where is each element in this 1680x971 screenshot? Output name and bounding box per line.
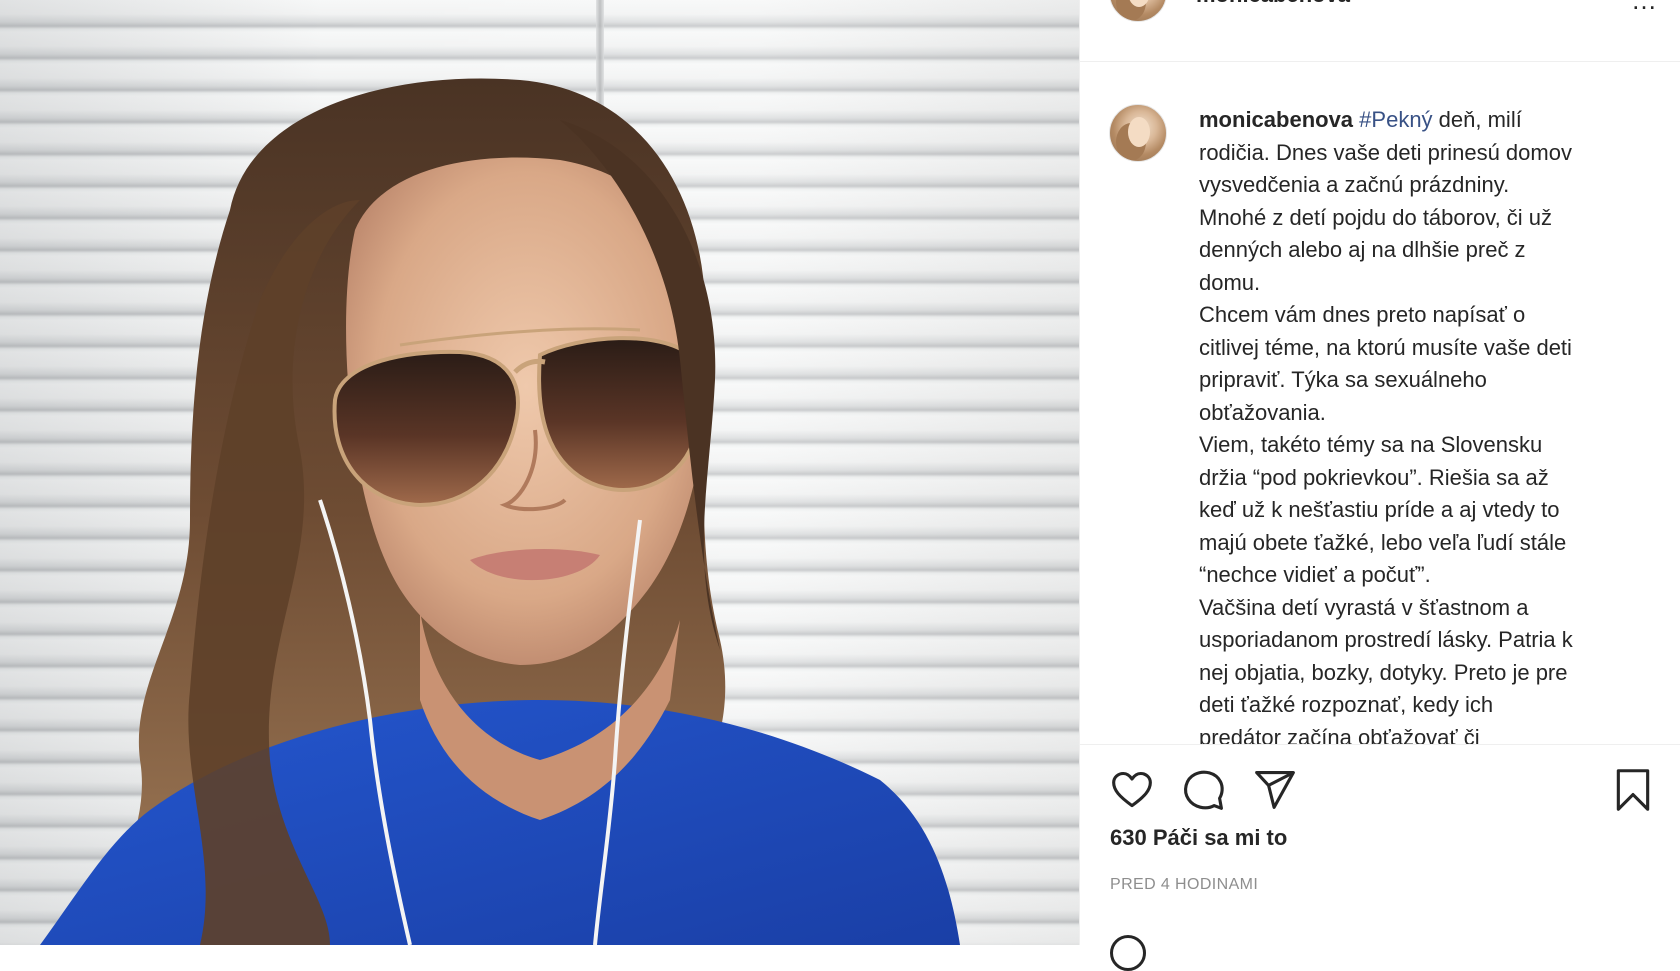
likes-count[interactable]: 630 Páči sa mi to [1110, 825, 1287, 851]
comment-icon [1184, 770, 1224, 810]
bookmark-icon [1616, 769, 1650, 811]
avatar[interactable] [1109, 0, 1167, 22]
like-button[interactable] [1109, 767, 1155, 813]
post-header: monicabenova … [1080, 0, 1680, 62]
selfie-portrait [40, 78, 960, 945]
post-timestamp[interactable]: PRED 4 HODINAMI [1110, 876, 1258, 894]
post-photo[interactable] [0, 0, 1079, 945]
caption-text: monicabenova #Pekný deň, milí rodičia. D… [1199, 104, 1639, 744]
actions-bar: 630 Páči sa mi to PRED 4 HODINAMI [1080, 744, 1680, 971]
caption-username[interactable]: monicabenova [1199, 107, 1353, 132]
share-button[interactable] [1252, 767, 1298, 813]
post-details-panel: monicabenova … monicabenova #Pekný deň, … [1079, 0, 1680, 971]
save-button[interactable] [1610, 767, 1656, 813]
paper-plane-icon [1255, 771, 1295, 809]
more-options-icon[interactable]: … [1631, 0, 1659, 13]
hashtag-link[interactable]: #Pekný [1359, 107, 1432, 132]
header-username[interactable]: monicabenova [1196, 0, 1350, 8]
emoji-icon[interactable] [1110, 935, 1146, 971]
heart-icon [1112, 771, 1152, 808]
caption-avatar[interactable] [1109, 104, 1167, 162]
caption-area: monicabenova #Pekný deň, milí rodičia. D… [1080, 62, 1680, 744]
caption-body: deň, milí rodičia. Dnes vaše deti prines… [1199, 107, 1573, 744]
comment-button[interactable] [1181, 767, 1227, 813]
